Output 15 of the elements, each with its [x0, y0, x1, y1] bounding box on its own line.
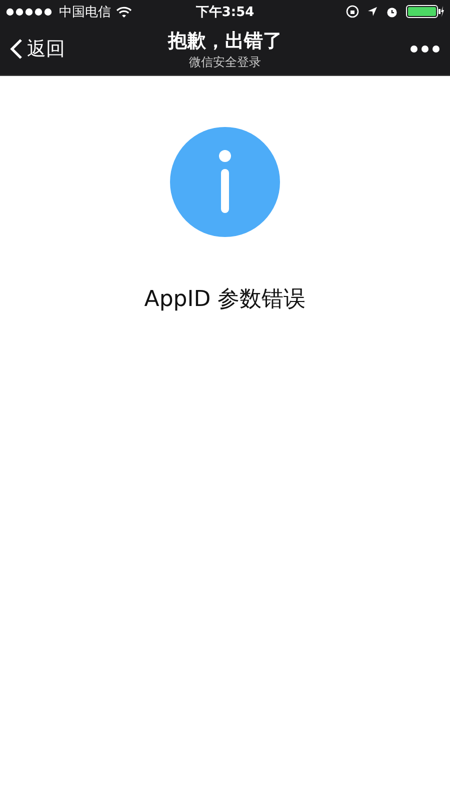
alarm-clock-icon [386, 6, 398, 18]
page-title: 抱歉，出错了 [168, 28, 282, 54]
back-button[interactable]: 返回 [10, 36, 65, 62]
info-icon [170, 127, 280, 237]
clock-time: 下午3:54 [196, 4, 254, 20]
location-arrow-icon [367, 6, 378, 17]
more-icon[interactable] [410, 45, 440, 53]
battery-icon [406, 5, 444, 18]
signal-icon [6, 8, 54, 16]
rotation-lock-icon [346, 5, 359, 18]
wifi-icon [116, 6, 132, 18]
carrier-label: 中国电信 [59, 4, 111, 20]
page-subtitle: 微信安全登录 [189, 54, 261, 70]
chevron-left-icon [10, 38, 23, 60]
error-message: AppID 参数错误 [144, 286, 306, 314]
